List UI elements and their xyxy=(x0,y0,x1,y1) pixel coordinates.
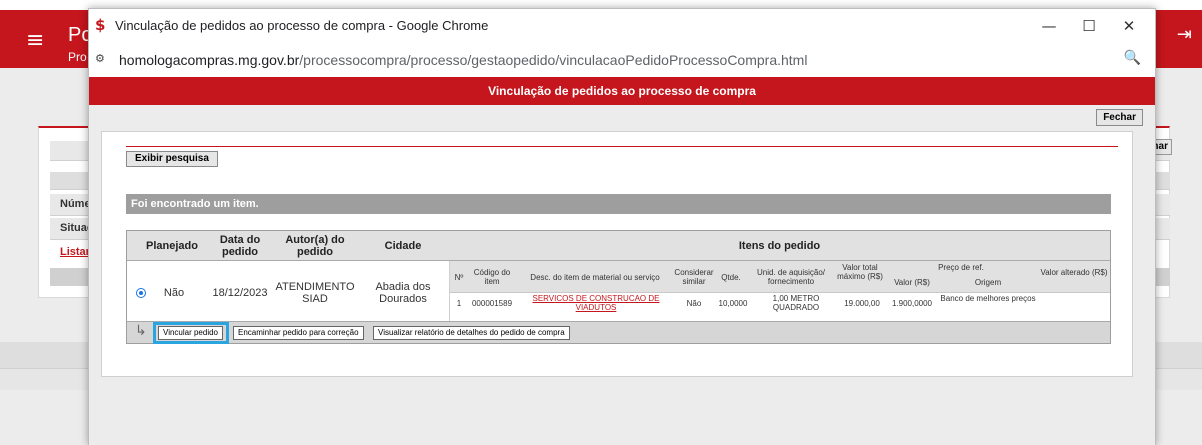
arrow-return-icon: ↳ xyxy=(135,323,147,339)
cell-planejado: Não xyxy=(163,287,185,299)
divider xyxy=(126,146,1118,147)
exibir-pesquisa-button[interactable]: Exibir pesquisa xyxy=(126,151,218,167)
item-origem: Banco de melhores preços xyxy=(940,294,1036,303)
item-valor-total: 19.000,00 xyxy=(844,299,880,308)
item-col-qtde: Qtde. xyxy=(721,273,741,282)
url-text[interactable]: homologacompras.mg.gov.br/processocompra… xyxy=(119,52,807,68)
results-table: Planejado Data do pedido Autor(a) do ped… xyxy=(126,230,1111,344)
cell-cidade: Abadia dos Dourados xyxy=(375,281,431,305)
col-cidade: Cidade xyxy=(384,240,422,252)
row-select-radio[interactable] xyxy=(136,288,146,298)
address-bar[interactable]: ⚙ homologacompras.mg.gov.br/processocomp… xyxy=(89,43,1155,77)
item-desc-link[interactable]: SERVICOS DE CONSTRUCAO DE VIADUTOS xyxy=(528,294,664,312)
item-valor: 1.900,0000 xyxy=(891,299,933,308)
item-col-n: Nº xyxy=(454,273,464,282)
item-col-preco-ref: Preço de ref. xyxy=(938,263,984,272)
item-row: 1 000001589 SERVICOS DE CONSTRUCAO DE VI… xyxy=(450,293,1110,321)
item-col-valor-total: Valor total máximo (R$) xyxy=(837,263,883,281)
fechar-button[interactable]: Fechar xyxy=(1096,109,1143,126)
table-row[interactable]: Não 18/12/2023 ATENDIMENTO SIAD Abadia d… xyxy=(127,261,1110,321)
row-actions: ↳ Vincular pedido Encaminhar pedido para… xyxy=(127,321,1110,344)
item-col-unid: Unid. de aquisição/ fornecimento xyxy=(756,268,826,286)
minimize-button[interactable]: — xyxy=(1029,15,1069,37)
window-titlebar: $ Vinculação de pedidos ao processo de c… xyxy=(89,9,1155,43)
items-subtable: Nº Código do item Desc. do item de mater… xyxy=(449,261,1110,321)
item-n: 1 xyxy=(456,299,462,308)
item-col-codigo: Código do item xyxy=(473,268,511,286)
results-count-bar: Foi encontrado um item. xyxy=(126,194,1111,214)
popup-window: $ Vinculação de pedidos ao processo de c… xyxy=(88,8,1156,445)
background-subtitle: Pro xyxy=(68,50,87,64)
content-panel: Exibir pesquisa Foi encontrado um item. … xyxy=(101,131,1133,377)
results-table-header: Planejado Data do pedido Autor(a) do ped… xyxy=(127,231,1110,261)
cell-autor: ATENDIMENTO SIAD xyxy=(275,281,355,305)
item-col-desc: Desc. do item de material ou serviço xyxy=(530,273,660,282)
col-autor: Autor(a) do pedido xyxy=(285,234,345,258)
logout-icon[interactable]: ⇥ xyxy=(1177,24,1192,45)
item-codigo: 000001589 xyxy=(471,299,513,308)
vincular-pedido-button[interactable]: Vincular pedido xyxy=(158,326,224,340)
items-header: Nº Código do item Desc. do item de mater… xyxy=(450,261,1110,293)
item-unid: 1,00 METRO QUADRADO xyxy=(772,294,820,312)
item-col-valor-alterado: Valor alterado (R$) xyxy=(1040,268,1108,277)
item-col-valor: Valor (R$) xyxy=(894,278,930,287)
zoom-icon[interactable]: 🔍 xyxy=(1124,50,1141,66)
cell-data: 18/12/2023 xyxy=(212,287,268,299)
visualizar-relatorio-button[interactable]: Visualizar relatório de detalhes do pedi… xyxy=(373,326,570,340)
col-itens: Itens do pedido xyxy=(738,240,821,252)
item-col-origem: Origem xyxy=(974,278,1002,287)
menu-icon[interactable]: ≡ xyxy=(26,28,44,53)
item-qtde: 10,0000 xyxy=(718,299,748,308)
window-title: Vinculação de pedidos ao processo de com… xyxy=(115,18,489,33)
page-header: Vinculação de pedidos ao processo de com… xyxy=(89,77,1155,105)
site-favicon-icon: $ xyxy=(95,16,106,34)
popup-body: Fechar Exibir pesquisa Foi encontrado um… xyxy=(89,105,1155,445)
col-data: Data do pedido xyxy=(219,234,261,258)
close-window-button[interactable]: ✕ xyxy=(1109,15,1149,37)
site-info-icon[interactable]: ⚙ xyxy=(95,52,111,68)
maximize-button[interactable]: ☐ xyxy=(1069,15,1109,37)
col-planejado: Planejado xyxy=(146,240,198,252)
item-similar: Não xyxy=(686,299,702,308)
encaminhar-pedido-button[interactable]: Encaminhar pedido para correção xyxy=(233,326,364,340)
item-col-similar: Considerar similar xyxy=(674,268,714,286)
